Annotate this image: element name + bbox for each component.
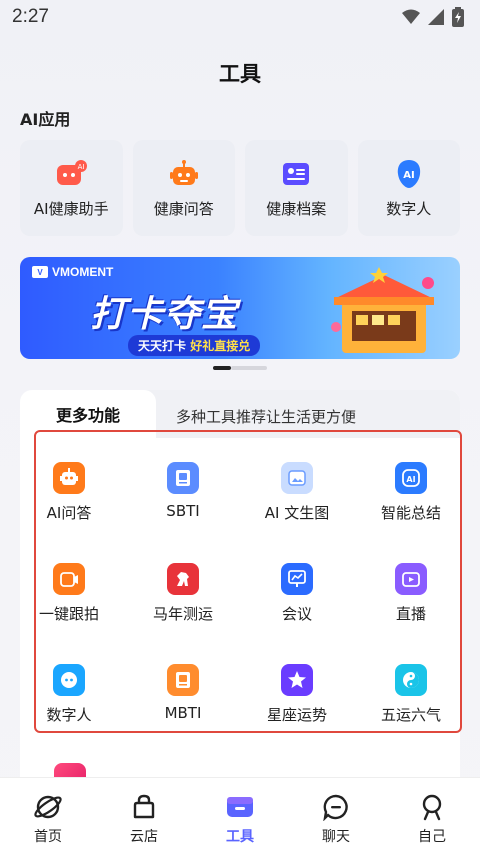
tool-mbti[interactable]: MBTI	[126, 664, 240, 725]
tool-label: MBTI	[164, 704, 202, 722]
ai-chat-icon: AI	[395, 462, 427, 494]
svg-text:AI: AI	[403, 170, 414, 181]
svg-text:AI: AI	[78, 163, 85, 171]
ai-app-health-qa[interactable]: 健康问答	[132, 140, 235, 236]
tools-grid: AI问答 SBTI AI 文生图 AI 智能总结 一键跟拍 马年测运 会议 直播…	[12, 462, 468, 725]
nav-label: 首页	[34, 829, 62, 845]
status-time: 2:27	[12, 6, 49, 27]
shopping-bag-icon	[129, 792, 159, 822]
banner-sub-right: 好礼直接兑	[190, 339, 251, 353]
nav-item-home[interactable]: 首页	[0, 778, 96, 853]
tool-sbti[interactable]: SBTI	[126, 462, 240, 523]
digital-human-icon: AI	[393, 158, 425, 190]
page-title: 工具	[219, 62, 261, 86]
nav-item-chat[interactable]: 聊天	[288, 778, 384, 853]
ai-health-assistant-icon: AI	[55, 158, 88, 190]
digital-human-icon	[53, 664, 85, 696]
banner-subtitle: 天天打卡 好礼直接兑	[128, 335, 261, 356]
nav-item-store[interactable]: 云店	[96, 778, 192, 853]
tab-description: 多种工具推荐让生活更方便	[176, 408, 357, 426]
tool-label: AI 文生图	[264, 504, 330, 522]
ai-apps-row: AI AI健康助手 健康问答 健康档案 AI 数字人	[20, 140, 460, 236]
image-icon	[281, 462, 313, 494]
status-icons	[402, 7, 464, 27]
nav-label: 云店	[130, 829, 158, 845]
banner-headline: 打卡夺宝	[90, 294, 239, 335]
tool-one-click-follow[interactable]: 一键跟拍	[12, 563, 126, 624]
tool-label: 会议	[281, 605, 312, 623]
pager-dot	[231, 366, 267, 370]
tool-label: SBTI	[166, 502, 200, 520]
vmoment-logo-icon: V	[32, 266, 48, 278]
tool-digital-human[interactable]: 数字人	[12, 664, 126, 725]
yin-yang-icon	[395, 664, 427, 696]
book-icon	[167, 462, 199, 494]
star-icon	[281, 664, 313, 696]
svg-text:AI: AI	[406, 475, 415, 484]
robot-icon	[53, 462, 85, 494]
banner-brand-text: VMOMENT	[52, 265, 114, 279]
planet-icon	[33, 792, 63, 822]
chat-icon	[321, 792, 351, 822]
live-icon	[395, 563, 427, 595]
signal-icon	[428, 9, 444, 25]
ai-app-health-record[interactable]: 健康档案	[245, 140, 348, 236]
status-bar: 2:27	[0, 0, 480, 34]
tool-five-elements[interactable]: 五运六气	[354, 664, 468, 725]
tool-label: AI问答	[46, 504, 92, 522]
treasure-shop-illustration	[331, 267, 434, 353]
nav-label: 聊天	[322, 829, 350, 845]
tool-meeting[interactable]: 会议	[240, 563, 354, 624]
nav-item-tools[interactable]: 工具	[192, 778, 288, 853]
banner-pager	[213, 366, 267, 370]
nav-label: 工具	[226, 829, 254, 845]
horse-icon	[167, 563, 199, 595]
tool-label: 直播	[395, 605, 426, 623]
ai-section-title: AI应用	[20, 110, 71, 129]
tool-horoscope[interactable]: 星座运势	[240, 664, 354, 725]
battery-icon	[452, 7, 464, 27]
pager-dot-active	[213, 366, 231, 370]
banner-sub-left: 天天打卡	[138, 339, 187, 353]
nav-item-me[interactable]: 自己	[384, 778, 480, 853]
tool-smart-summary[interactable]: AI 智能总结	[354, 462, 468, 523]
profile-card-icon	[280, 158, 312, 190]
tool-label: 智能总结	[380, 504, 441, 522]
tool-label: 星座运势	[266, 706, 327, 724]
wifi-icon	[402, 9, 420, 24]
toolbox-icon	[225, 792, 255, 822]
banner-brand: V VMOMENT	[32, 265, 113, 279]
nav-label: 自己	[418, 829, 446, 845]
ai-app-label: 健康问答	[153, 199, 214, 218]
tool-label: 五运六气	[380, 706, 441, 724]
promo-banner[interactable]: V VMOMENT 打卡夺宝 天天打卡 好礼直接兑	[20, 257, 460, 359]
ai-app-label: 数字人	[386, 199, 432, 218]
ai-app-label: 健康档案	[266, 199, 327, 218]
tool-live[interactable]: 直播	[354, 563, 468, 624]
presentation-icon	[281, 563, 313, 595]
tool-label: 马年测运	[152, 605, 213, 623]
tool-ai-qa[interactable]: AI问答	[12, 462, 126, 523]
tool-ai-text-to-image[interactable]: AI 文生图	[240, 462, 354, 523]
camera-icon	[53, 563, 85, 595]
robot-icon	[168, 158, 200, 190]
tool-horse-year-fortune[interactable]: 马年测运	[126, 563, 240, 624]
ai-app-digital-human[interactable]: AI 数字人	[357, 140, 460, 236]
tool-label: 数字人	[46, 706, 92, 724]
book-icon	[167, 664, 199, 696]
ai-app-ai-health-assistant[interactable]: AI AI健康助手	[20, 140, 123, 236]
ai-app-label: AI健康助手	[33, 199, 109, 218]
bottom-nav: 首页 云店 工具 聊天 自己	[0, 777, 480, 853]
tool-label: 一键跟拍	[38, 605, 99, 623]
person-icon	[417, 792, 447, 822]
